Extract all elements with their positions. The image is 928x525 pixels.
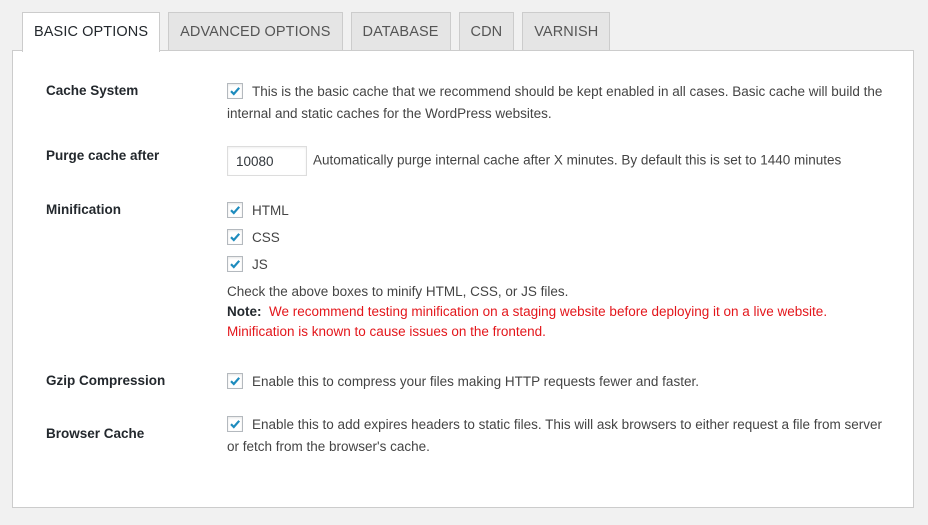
cache-system-description: This is the basic cache that we recommen… <box>227 84 883 121</box>
cache-system-field: This is the basic cache that we recommen… <box>227 81 885 125</box>
minify-css-checkbox[interactable] <box>227 229 243 245</box>
gzip-description: Enable this to compress your files makin… <box>252 374 699 389</box>
tab-database[interactable]: DATABASE <box>350 12 451 51</box>
checkmark-icon <box>230 260 241 269</box>
basic-options-panel: Cache System This is the basic cache tha… <box>12 50 914 508</box>
minification-note: Note: We recommend testing minification … <box>227 302 885 342</box>
cache-system-label: Cache System <box>46 83 139 98</box>
minification-help: Check the above boxes to minify HTML, CS… <box>227 284 569 299</box>
checkmark-icon <box>230 87 241 96</box>
checkmark-icon <box>230 377 241 386</box>
checkmark-icon <box>230 420 241 429</box>
minification-field: HTML CSS JS Check the above boxes to min… <box>227 200 885 342</box>
checkmark-icon <box>230 233 241 242</box>
gzip-field: Enable this to compress your files makin… <box>227 371 885 393</box>
tab-basic-options[interactable]: BASIC OPTIONS <box>22 12 161 52</box>
minification-label: Minification <box>46 202 121 217</box>
note-label: Note: <box>227 304 262 319</box>
settings-tabs: BASIC OPTIONS ADVANCED OPTIONS DATABASE … <box>22 12 618 52</box>
minify-js-checkbox[interactable] <box>227 256 243 272</box>
cache-system-checkbox[interactable] <box>227 83 243 99</box>
minify-css-label: CSS <box>252 230 280 245</box>
tab-cdn[interactable]: CDN <box>458 12 515 51</box>
purge-cache-input[interactable] <box>227 146 307 176</box>
minify-js-label: JS <box>252 257 268 272</box>
tab-advanced-options[interactable]: ADVANCED OPTIONS <box>168 12 343 51</box>
browser-cache-checkbox[interactable] <box>227 416 243 432</box>
gzip-label: Gzip Compression <box>46 373 166 388</box>
browser-cache-field: Enable this to add expires headers to st… <box>227 414 885 458</box>
purge-cache-field: Automatically purge internal cache after… <box>227 146 885 176</box>
browser-cache-description: Enable this to add expires headers to st… <box>227 417 883 454</box>
minify-html-option: HTML <box>227 200 885 227</box>
note-text: We recommend testing minification on a s… <box>227 304 828 339</box>
browser-cache-label: Browser Cache <box>46 426 145 441</box>
minify-html-label: HTML <box>252 203 289 218</box>
gzip-checkbox[interactable] <box>227 373 243 389</box>
purge-cache-description: Automatically purge internal cache after… <box>313 152 842 168</box>
minify-html-checkbox[interactable] <box>227 202 243 218</box>
minify-js-option: JS <box>227 254 885 281</box>
purge-cache-label: Purge cache after <box>46 148 160 163</box>
tab-varnish[interactable]: VARNISH <box>522 12 611 51</box>
checkmark-icon <box>230 206 241 215</box>
minify-css-option: CSS <box>227 227 885 254</box>
